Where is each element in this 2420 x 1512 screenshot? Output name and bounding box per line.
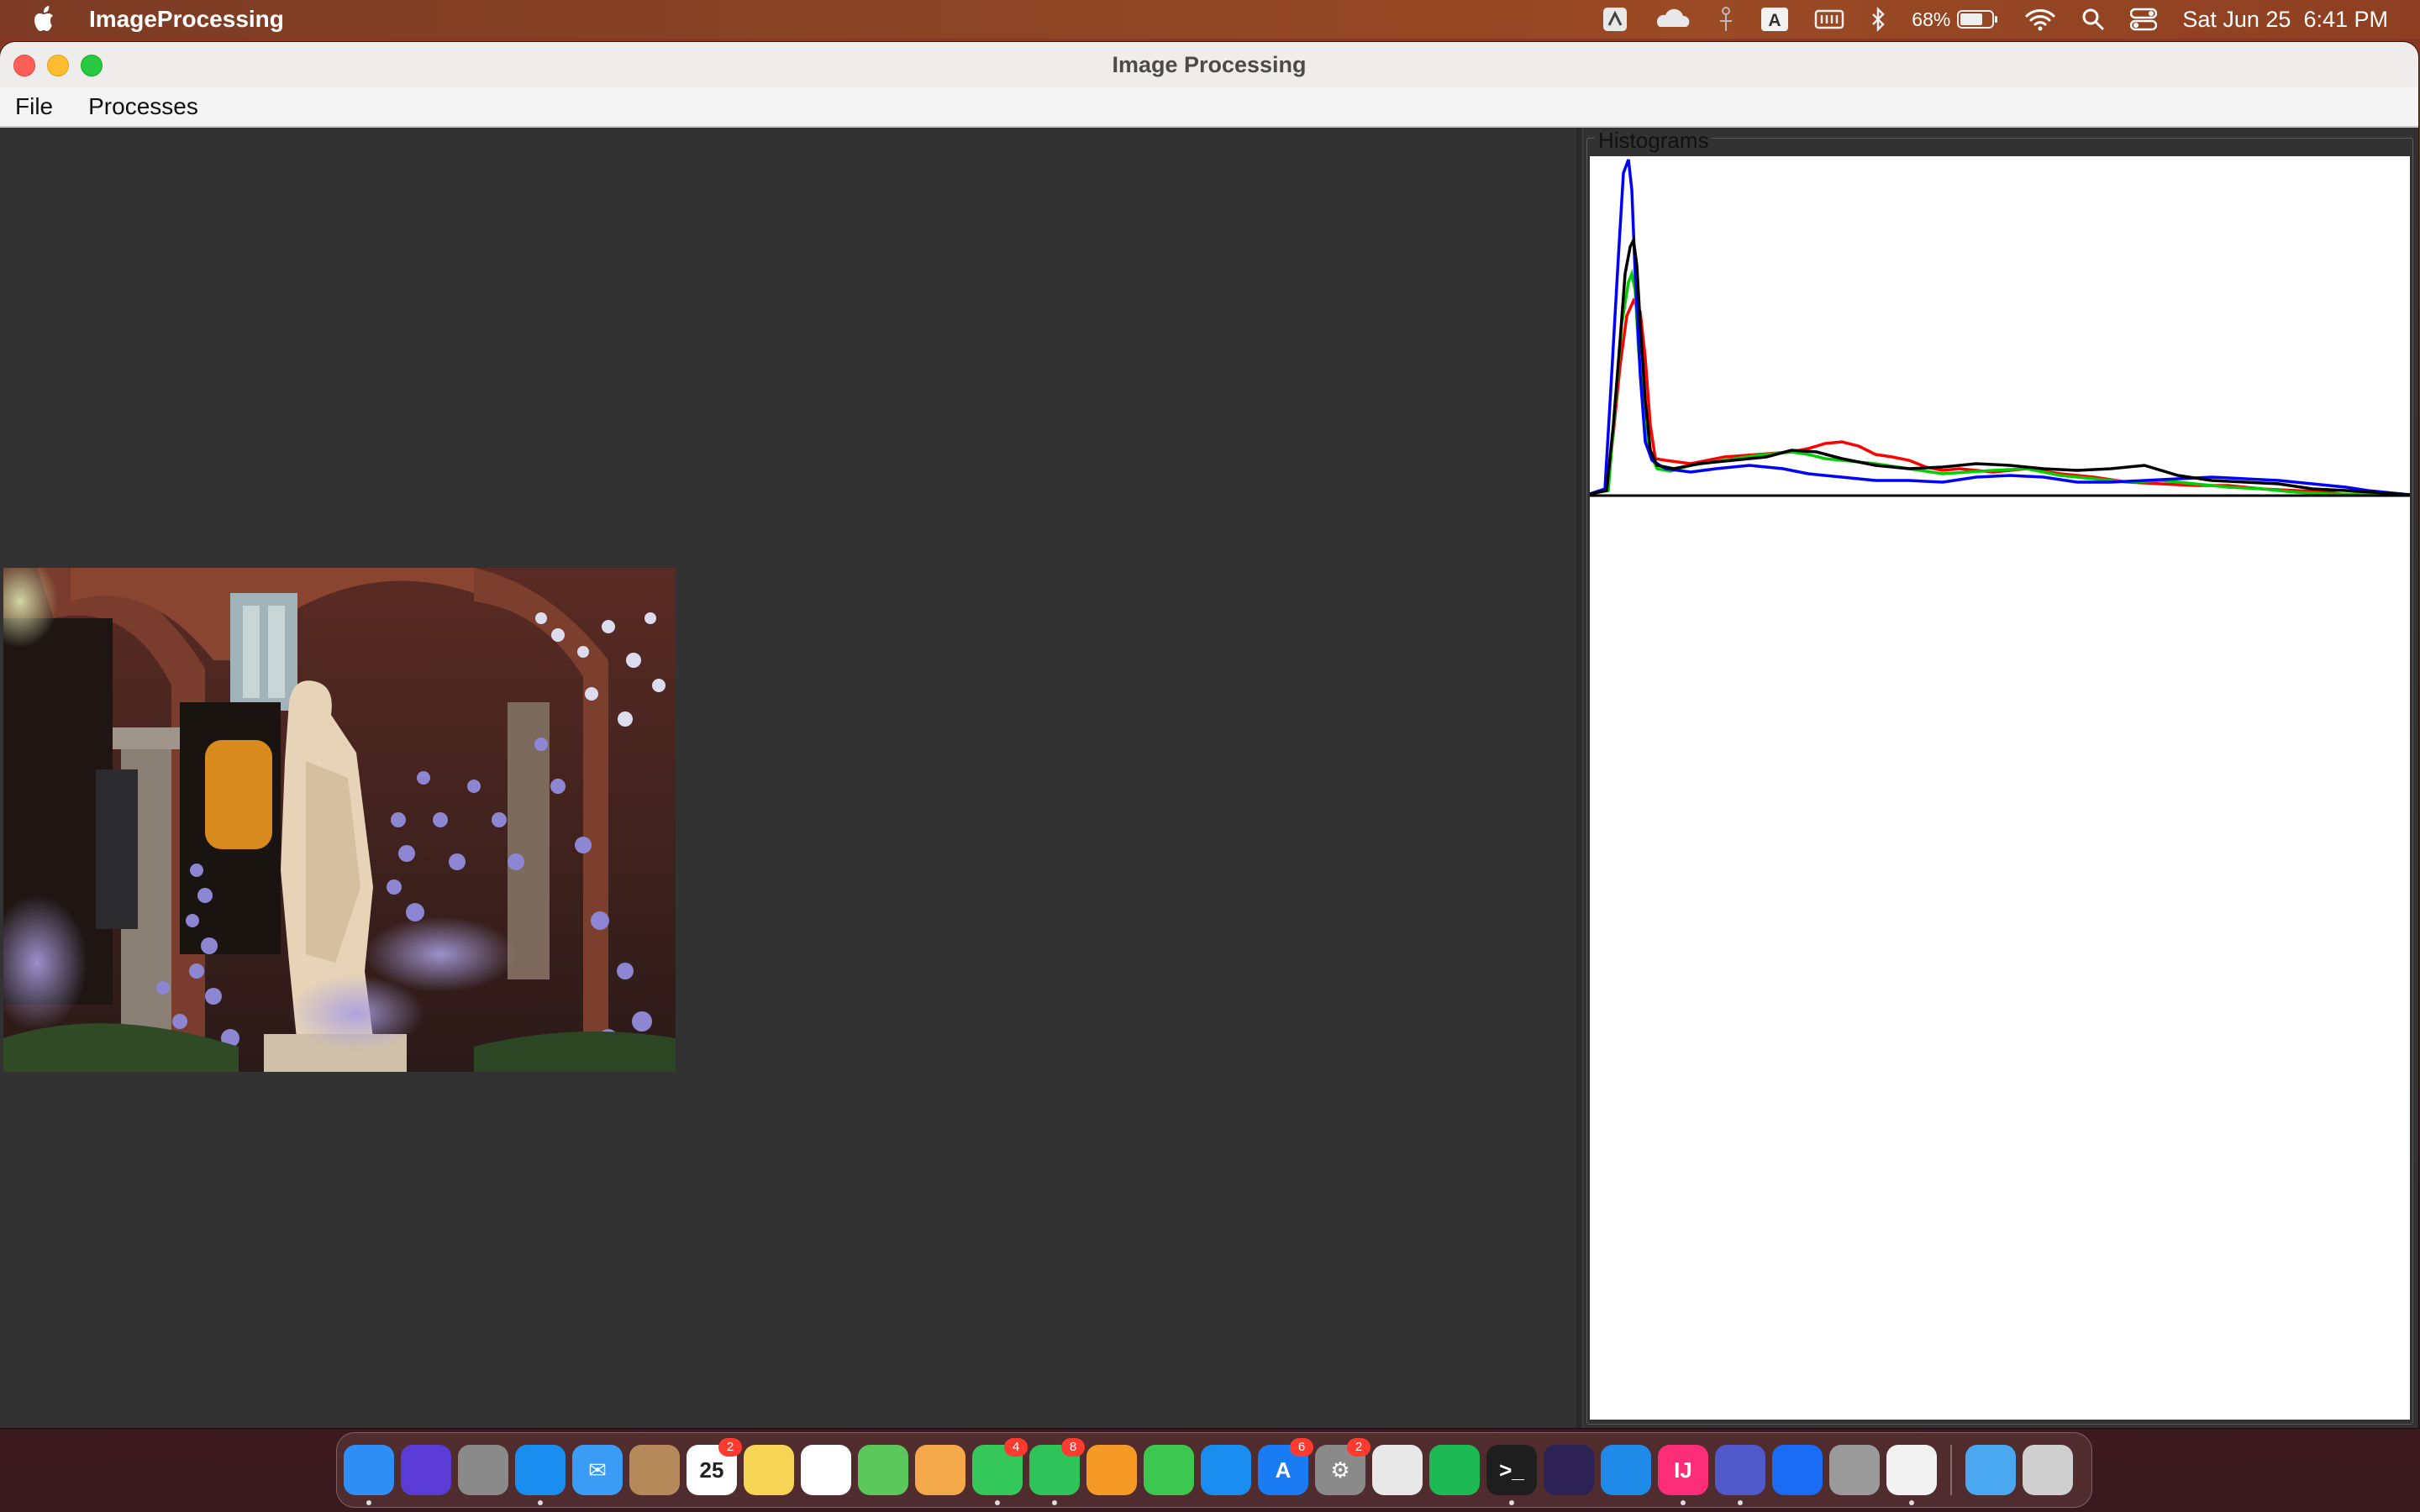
histogram-plot (1589, 156, 2411, 1420)
contacts-dock-icon[interactable] (629, 1445, 680, 1495)
loaded-image-view (3, 568, 676, 1072)
eclipse-dock-icon[interactable] (1544, 1445, 1594, 1495)
control-center-icon[interactable] (2130, 8, 2158, 31)
cloud-icon[interactable] (1653, 8, 1691, 30)
apple-menu-icon[interactable] (32, 5, 59, 34)
messages-badge: 4 (1004, 1438, 1028, 1457)
macos-menu-bar: ImageProcessing A 68% Sat Jun 25 6:41 PM (0, 0, 2420, 39)
running-indicator (1909, 1500, 1914, 1505)
adobe-icon[interactable] (1602, 7, 1628, 32)
intellij-dock-icon[interactable]: IJ (1658, 1445, 1708, 1505)
system-preferences-dock-icon[interactable]: ⚙ 2 (1315, 1438, 1370, 1495)
mail-glyph: ✉ (588, 1457, 607, 1483)
running-indicator (1738, 1500, 1743, 1505)
running-indicator (538, 1500, 543, 1505)
running-indicator (1052, 1500, 1057, 1505)
menu-bar-clock[interactable]: Sat Jun 25 6:41 PM (2182, 7, 2388, 33)
vscode-dock-icon[interactable] (1601, 1445, 1651, 1495)
running-indicator (1509, 1500, 1514, 1505)
terminal-dock-icon[interactable]: >_ (1486, 1445, 1537, 1505)
app-store-badge: 6 (1290, 1438, 1313, 1457)
menu-processes[interactable]: Processes (68, 93, 213, 120)
terminal-glyph: >_ (1499, 1457, 1524, 1483)
svg-text:A: A (1769, 11, 1781, 30)
histogram-black-line (1589, 235, 2411, 496)
maps-dock-icon[interactable] (858, 1445, 908, 1495)
memory-icon[interactable] (1814, 8, 1844, 31)
bluetooth-icon[interactable] (1870, 7, 1886, 32)
running-indicator (995, 1500, 1000, 1505)
safari-dock-icon[interactable] (515, 1445, 566, 1505)
app-menu-bar: File Processes (0, 87, 2418, 128)
photo-statue-garden (3, 568, 676, 1072)
spotify-dock-icon[interactable] (1429, 1445, 1480, 1495)
trash-dock-icon[interactable] (2023, 1445, 2073, 1495)
launchpad-dock-icon[interactable] (458, 1445, 508, 1495)
photos-dock-icon[interactable] (915, 1445, 965, 1495)
battery-icon[interactable] (1957, 8, 1999, 30)
siri-dock-icon[interactable] (401, 1445, 451, 1495)
notes-dock-icon[interactable] (744, 1445, 794, 1495)
finder-dock-icon[interactable] (344, 1445, 394, 1505)
chrome-dock-icon[interactable] (1372, 1445, 1423, 1495)
main-content: Histograms (0, 128, 2418, 1428)
wifi-icon[interactable] (2024, 8, 2056, 31)
java-app-dock-icon[interactable] (1886, 1445, 1937, 1505)
app-window: Image Processing File Processes Histogra… (0, 42, 2418, 1428)
input-source-icon[interactable]: A (1760, 7, 1789, 32)
menu-file[interactable]: File (0, 93, 68, 120)
pencil-app-dock-icon[interactable] (1772, 1445, 1823, 1495)
teams-dock-icon[interactable] (1715, 1445, 1765, 1505)
spotlight-icon[interactable] (2081, 8, 2105, 31)
calendar-dock-icon[interactable]: 25 2 (687, 1438, 742, 1495)
disk-utility-dock-icon[interactable] (1829, 1445, 1880, 1495)
histogram-blue-line (1589, 159, 2411, 496)
app-store-dock-icon[interactable]: A6 (1258, 1438, 1313, 1495)
calendar-badge: 2 (718, 1438, 742, 1457)
window-title-bar[interactable]: Image Processing (0, 42, 2418, 88)
keynote-dock-icon[interactable] (1201, 1445, 1251, 1495)
accessibility-icon[interactable] (1717, 6, 1735, 33)
macos-dock: ✉ 25 2 4 8 A 6 ⚙ 2 >_ IJ (336, 1432, 2092, 1508)
histograms-panel: Histograms (1583, 128, 2418, 1428)
split-pane-divider[interactable] (1576, 128, 1583, 1428)
battery-percentage: 68% (1912, 8, 1951, 30)
numbers-dock-icon[interactable] (1144, 1445, 1194, 1495)
running-indicator (1681, 1500, 1686, 1505)
system-preferences-badge: 2 (1347, 1438, 1370, 1457)
dock-separator (1950, 1445, 1952, 1495)
facetime-badge: 8 (1061, 1438, 1085, 1457)
facetime-dock-icon[interactable]: 8 (1029, 1438, 1085, 1505)
messages-dock-icon[interactable]: 4 (972, 1438, 1028, 1505)
downloads-folder-dock-icon[interactable] (1965, 1445, 2016, 1495)
reminders-dock-icon[interactable] (801, 1445, 851, 1495)
histograms-title: Histograms (1595, 128, 1712, 153)
running-indicator (366, 1500, 371, 1505)
pages-dock-icon[interactable] (1086, 1445, 1137, 1495)
intellij-glyph: IJ (1674, 1457, 1692, 1483)
active-app-name[interactable]: ImageProcessing (89, 6, 284, 33)
mail-dock-icon[interactable]: ✉ (572, 1445, 623, 1495)
window-title: Image Processing (1112, 52, 1307, 77)
